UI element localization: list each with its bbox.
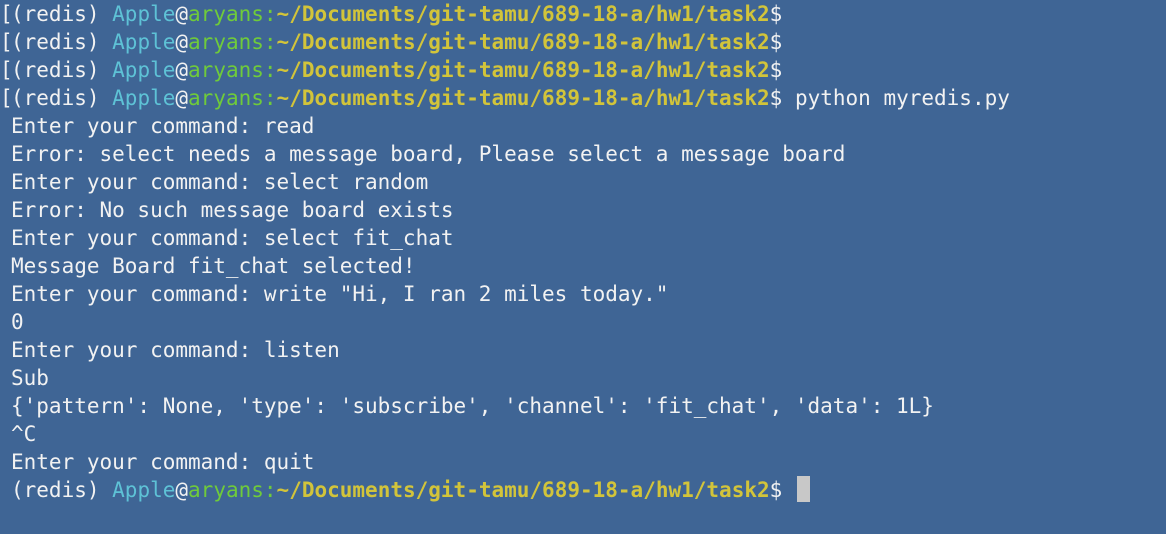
prompt-line: [(redis) Apple@aryans:~/Documents/git-ta… — [0, 84, 1166, 112]
output-line: 0 — [11, 310, 24, 334]
output-line: Error: select needs a message board, Ple… — [11, 142, 846, 166]
output-line: Enter your command: quit — [11, 450, 315, 474]
prompt-colon: : — [263, 58, 277, 82]
prompt-path: ~/Documents/git-tamu/689-18-a/hw1/task2 — [276, 2, 770, 26]
prompt-host: aryans — [188, 478, 264, 502]
prompt-path: ~/Documents/git-tamu/689-18-a/hw1/task2 — [276, 30, 770, 54]
prompt-user: Apple — [112, 2, 176, 26]
output-line: {'pattern': None, 'type': 'subscribe', '… — [11, 394, 934, 418]
output-line: Sub — [11, 366, 49, 390]
prompt-line: [(redis) Apple@aryans:~/Documents/git-ta… — [0, 28, 1166, 56]
prompt-at: @ — [175, 58, 189, 82]
output-line: Enter your command: read — [11, 114, 315, 138]
output-line: Enter your command: select fit_chat — [11, 226, 454, 250]
terminal-window[interactable]: [(redis) Apple@aryans:~/Documents/git-ta… — [0, 0, 1166, 534]
prompt-colon: : — [263, 2, 277, 26]
prompt-env: (redis) — [11, 86, 113, 110]
prompt-line: [(redis) Apple@aryans:~/Documents/git-ta… — [0, 0, 1166, 28]
prompt-env: (redis) — [11, 30, 113, 54]
prompt-line-active[interactable]: (redis) Apple@aryans:~/Documents/git-tam… — [0, 476, 1166, 504]
output-line: Error: No such message board exists — [11, 198, 454, 222]
prompt-at: @ — [175, 2, 189, 26]
output-line: Enter your command: listen — [11, 338, 340, 362]
text-cursor — [796, 476, 810, 502]
prompt-user: Apple — [112, 478, 176, 502]
prompt-user: Apple — [112, 86, 176, 110]
bracket-mark: [ — [0, 86, 13, 110]
prompt-dollar: $ — [769, 2, 783, 26]
prompt-host: aryans — [188, 86, 264, 110]
bracket-mark: [ — [0, 30, 13, 54]
prompt-dollar: $ — [769, 478, 783, 502]
prompt-host: aryans — [188, 30, 264, 54]
prompt-dollar: $ — [769, 58, 783, 82]
prompt-env: (redis) — [11, 58, 113, 82]
prompt-colon: : — [263, 30, 277, 54]
prompt-host: aryans — [188, 58, 264, 82]
output-line: Message Board fit_chat selected! — [11, 254, 416, 278]
prompt-colon: : — [263, 478, 277, 502]
prompt-path: ~/Documents/git-tamu/689-18-a/hw1/task2 — [276, 478, 770, 502]
bracket-mark: [ — [0, 58, 13, 82]
prompt-command: python myredis.py — [782, 86, 1010, 110]
prompt-colon: : — [263, 86, 277, 110]
prompt-env: (redis) — [11, 478, 113, 502]
prompt-user: Apple — [112, 30, 176, 54]
prompt-path: ~/Documents/git-tamu/689-18-a/hw1/task2 — [276, 86, 770, 110]
prompt-at: @ — [175, 30, 189, 54]
prompt-dollar: $ — [769, 86, 783, 110]
prompt-dollar: $ — [769, 30, 783, 54]
prompt-host: aryans — [188, 2, 264, 26]
output-line: Enter your command: write "Hi, I ran 2 m… — [11, 282, 669, 306]
prompt-line: [(redis) Apple@aryans:~/Documents/git-ta… — [0, 56, 1166, 84]
prompt-env: (redis) — [11, 2, 113, 26]
output-line: ^C — [11, 422, 37, 446]
bracket-mark: [ — [0, 2, 13, 26]
prompt-at: @ — [175, 478, 189, 502]
prompt-user: Apple — [112, 58, 176, 82]
prompt-at: @ — [175, 86, 189, 110]
prompt-command — [782, 478, 795, 502]
output-line: Enter your command: select random — [11, 170, 429, 194]
prompt-path: ~/Documents/git-tamu/689-18-a/hw1/task2 — [276, 58, 770, 82]
